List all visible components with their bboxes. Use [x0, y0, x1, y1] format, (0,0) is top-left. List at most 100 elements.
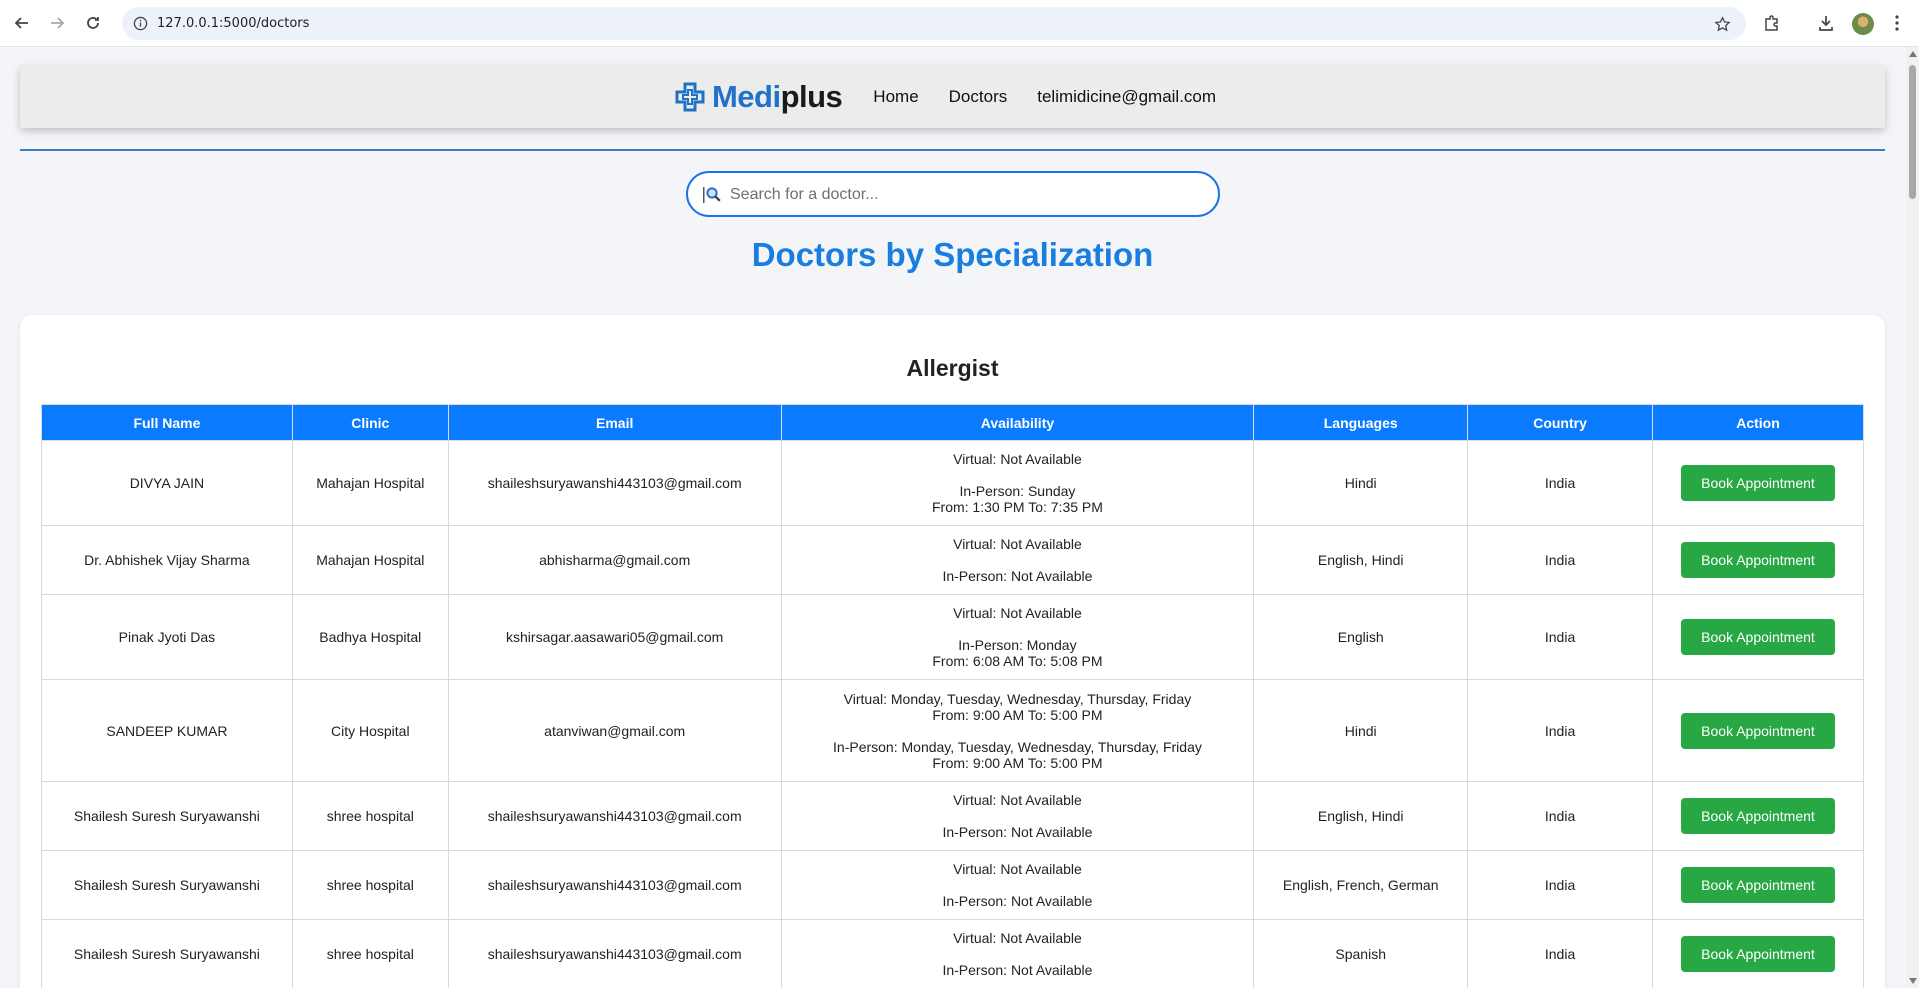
address-bar[interactable]: 127.0.0.1:5000/doctors: [122, 7, 1746, 40]
availability-in-person-line: From: 9:00 AM To: 5:00 PM: [932, 754, 1103, 771]
scroll-up-icon[interactable]: [1909, 51, 1917, 57]
download-icon[interactable]: [1814, 11, 1838, 35]
doctor-action: Book Appointment: [1652, 919, 1864, 988]
doctor-languages: English, Hindi: [1253, 781, 1469, 851]
column-header-full-name: Full Name: [41, 404, 293, 441]
url-text[interactable]: 127.0.0.1:5000/doctors: [157, 16, 309, 31]
doctor-action: Book Appointment: [1652, 594, 1864, 680]
table-row: Shailesh Suresh Suryawanshi shree hospita…: [41, 919, 1864, 988]
back-icon[interactable]: [10, 11, 34, 35]
doctor-languages: English: [1253, 594, 1469, 680]
doctor-languages: Spanish: [1253, 919, 1469, 988]
doctor-availability: Virtual: Not Available In-Person: Not Ava…: [780, 525, 1255, 595]
table-row: Dr. Abhishek Vijay Sharma Mahajan Hospita…: [41, 525, 1864, 595]
scrollbar-thumb[interactable]: [1909, 65, 1916, 199]
profile-avatar[interactable]: [1852, 13, 1874, 35]
availability-in-person-line: From: 6:08 AM To: 5:08 PM: [932, 653, 1103, 669]
availability-virtual-line: Virtual: Not Available: [953, 451, 1082, 467]
nav-link-doctors[interactable]: Doctors: [949, 87, 1008, 107]
doctor-action: Book Appointment: [1652, 440, 1864, 526]
doctors-table: Full Name Clinic Email Availability Lang…: [41, 404, 1864, 988]
doctor-country: India: [1467, 594, 1653, 680]
site-info-icon[interactable]: [132, 15, 149, 32]
reload-icon[interactable]: [81, 11, 105, 35]
brand-name-plus: plus: [780, 79, 843, 114]
availability-virtual-line: Virtual: Not Available: [953, 861, 1082, 877]
brand-logo[interactable]: Medi plus: [674, 79, 843, 115]
doctor-country: India: [1467, 679, 1653, 782]
availability-in-person-line: In-Person: Monday: [958, 637, 1077, 653]
book-appointment-button[interactable]: Book Appointment: [1681, 465, 1835, 501]
doctor-email: abhisharma@gmail.com: [447, 525, 782, 595]
table-row: SANDEEP KUMAR City Hospital atanviwan@gmai…: [41, 679, 1864, 782]
doctor-availability: Virtual: Not Available In-Person: Not Ava…: [780, 850, 1255, 920]
column-header-availability: Availability: [780, 404, 1255, 441]
book-appointment-button[interactable]: Book Appointment: [1681, 542, 1835, 578]
availability-in-person-line: In-Person: Sunday: [959, 483, 1076, 499]
doctor-name: Shailesh Suresh Suryawanshi: [41, 781, 293, 851]
doctor-availability: Virtual: Monday, Tuesday, Wednesday, Thu…: [780, 679, 1255, 782]
doctor-name: Dr. Abhishek Vijay Sharma: [41, 525, 293, 595]
table-row: Shailesh Suresh Suryawanshi shree hospita…: [41, 850, 1864, 920]
doctor-clinic: City Hospital: [291, 679, 449, 782]
doctor-clinic: Mahajan Hospital: [291, 525, 449, 595]
column-header-email: Email: [447, 404, 782, 441]
forward-icon[interactable]: [45, 11, 69, 35]
extensions-icon[interactable]: [1760, 11, 1784, 35]
doctor-availability: Virtual: Not Available In-Person: Not Ava…: [780, 919, 1255, 988]
page-scrollbar[interactable]: [1906, 47, 1919, 988]
table-row: Pinak Jyoti Das Badhya Hospital kshirsagar…: [41, 594, 1864, 680]
doctor-name: Pinak Jyoti Das: [41, 594, 293, 680]
doctor-clinic: shree hospital: [291, 919, 449, 988]
specialization-title: Allergist: [906, 355, 999, 381]
book-appointment-button[interactable]: Book Appointment: [1681, 936, 1835, 972]
search-icon: [703, 187, 721, 203]
browser-toolbar: 127.0.0.1:5000/doctors: [0, 0, 1919, 47]
doctor-action: Book Appointment: [1652, 781, 1864, 851]
medical-cross-icon: [675, 82, 705, 112]
doctor-email: shaileshsuryawanshi443103@gmail.com: [447, 440, 782, 526]
doctor-country: India: [1467, 525, 1653, 595]
column-header-languages: Languages: [1253, 404, 1469, 441]
doctor-action: Book Appointment: [1652, 850, 1864, 920]
doctor-clinic: shree hospital: [291, 850, 449, 920]
doctor-email: shaileshsuryawanshi443103@gmail.com: [447, 850, 782, 920]
site-navbar: Medi plus Home Doctors telimidicine@gmai…: [20, 66, 1885, 128]
doctor-search-box[interactable]: [686, 171, 1220, 217]
availability-virtual-line: Virtual: Not Available: [953, 605, 1082, 621]
doctor-availability: Virtual: Not Available In-Person: Monday F…: [780, 594, 1255, 680]
doctor-availability: Virtual: Not Available In-Person: Sunday F…: [780, 440, 1255, 526]
doctor-country: India: [1467, 440, 1653, 526]
table-row: Shailesh Suresh Suryawanshi shree hospita…: [41, 781, 1864, 851]
nav-link-email[interactable]: telimidicine@gmail.com: [1037, 87, 1216, 107]
divider: [20, 149, 1885, 151]
scroll-down-icon[interactable]: [1909, 978, 1917, 984]
doctor-action: Book Appointment: [1652, 679, 1864, 782]
availability-in-person-line: In-Person: Not Available: [942, 824, 1093, 840]
doctor-email: atanviwan@gmail.com: [447, 679, 782, 782]
book-appointment-button[interactable]: Book Appointment: [1681, 867, 1835, 903]
availability-in-person-line: From: 1:30 PM To: 7:35 PM: [931, 499, 1103, 515]
doctor-availability: Virtual: Not Available In-Person: Not Ava…: [780, 781, 1255, 851]
availability-in-person-line: In-Person: Not Available: [942, 962, 1093, 978]
bookmark-star-icon[interactable]: [1712, 14, 1732, 34]
search-input[interactable]: [730, 183, 1200, 207]
brand-name-medi: Medi: [711, 79, 781, 114]
specialization-card: Allergist Full Name Clinic Email Availab…: [20, 315, 1885, 988]
nav-link-home[interactable]: Home: [873, 87, 918, 107]
doctor-languages: Hindi: [1253, 679, 1469, 782]
doctor-name: Shailesh Suresh Suryawanshi: [41, 850, 293, 920]
doctor-clinic: Mahajan Hospital: [291, 440, 449, 526]
book-appointment-button[interactable]: Book Appointment: [1681, 619, 1835, 655]
menu-kebab-icon[interactable]: [1885, 11, 1909, 35]
book-appointment-button[interactable]: Book Appointment: [1681, 798, 1835, 834]
column-header-clinic: Clinic: [291, 404, 449, 441]
doctor-email: kshirsagar.aasawari05@gmail.com: [447, 594, 782, 680]
availability-virtual-line: From: 9:00 AM To: 5:00 PM: [932, 706, 1103, 723]
column-header-country: Country: [1467, 404, 1653, 441]
availability-virtual-line: Virtual: Not Available: [953, 930, 1082, 946]
table-header-row: Full Name Clinic Email Availability Lang…: [41, 404, 1864, 441]
doctor-country: India: [1467, 781, 1653, 851]
availability-in-person-line: In-Person: Not Available: [942, 568, 1093, 584]
book-appointment-button[interactable]: Book Appointment: [1681, 712, 1835, 749]
